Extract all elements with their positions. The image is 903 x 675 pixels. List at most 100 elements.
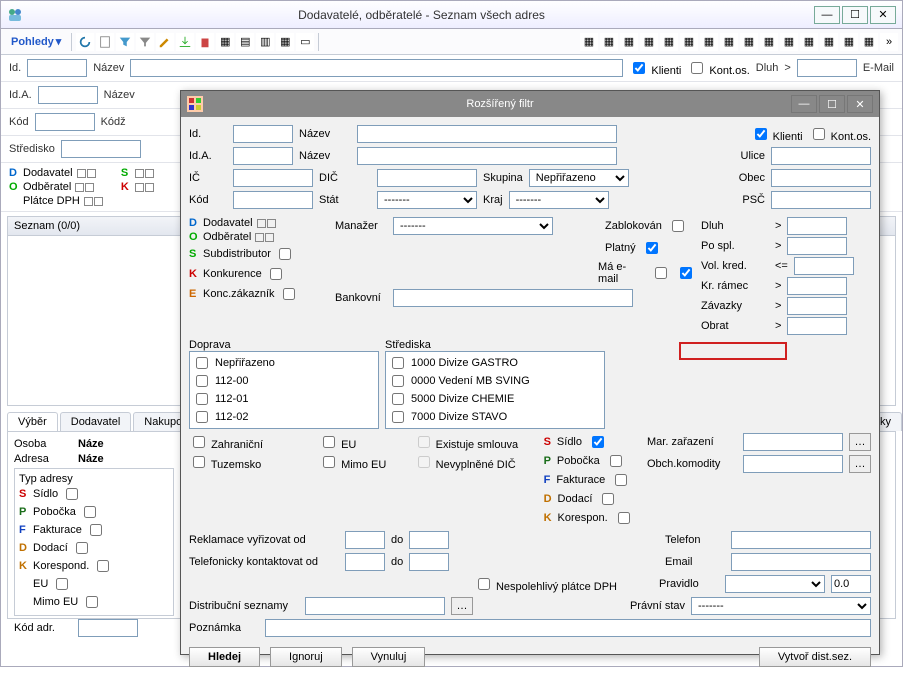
tool-i-icon[interactable]: ▦ — [740, 33, 758, 51]
sidlo-check[interactable] — [66, 488, 78, 500]
odberatel-tristate[interactable] — [75, 183, 94, 192]
dlg-email-input[interactable] — [731, 553, 871, 571]
dlg-psc-input[interactable] — [771, 191, 871, 209]
dlg-obec-input[interactable] — [771, 169, 871, 187]
dlg-pravidlo-val[interactable] — [831, 575, 871, 593]
dlg-dic-input[interactable] — [377, 169, 477, 187]
dlg-pravidlo-select[interactable] — [725, 575, 825, 593]
distsez-browse[interactable]: … — [451, 597, 473, 615]
eu-check2[interactable]: EU — [319, 433, 408, 451]
tool-f-icon[interactable]: ▦ — [680, 33, 698, 51]
close-button[interactable]: ✕ — [870, 6, 896, 24]
dlg-obrat-input[interactable] — [787, 317, 847, 335]
dlg-zablok-check[interactable] — [672, 220, 684, 232]
tool-l-icon[interactable]: ▦ — [800, 33, 818, 51]
funnel-icon[interactable] — [136, 33, 154, 51]
dlg-manazer-select[interactable]: ------- — [393, 217, 553, 235]
filter-icon[interactable] — [116, 33, 134, 51]
new-icon[interactable] — [96, 33, 114, 51]
grid-icon[interactable]: ▦ — [276, 33, 294, 51]
dlg-maemail-neg-check[interactable] — [655, 267, 667, 279]
ida-input[interactable] — [38, 86, 98, 104]
doc2-icon[interactable]: ▤ — [236, 33, 254, 51]
tool-b-icon[interactable]: ▦ — [600, 33, 618, 51]
dlg-ulice-input[interactable] — [771, 147, 871, 165]
dlg-odb-tri[interactable] — [255, 233, 274, 242]
delete-icon[interactable] — [196, 33, 214, 51]
dlg-kod-input[interactable] — [233, 191, 313, 209]
minimize-button[interactable]: — — [814, 6, 840, 24]
dlg-konk-check[interactable] — [270, 268, 282, 280]
s-tristate[interactable] — [135, 169, 154, 178]
dlg-sub-check[interactable] — [279, 248, 291, 260]
tool-g-icon[interactable]: ▦ — [700, 33, 718, 51]
doc3-icon[interactable]: ▥ — [256, 33, 274, 51]
marzar-browse[interactable]: … — [849, 433, 871, 451]
k-tristate[interactable] — [135, 183, 154, 192]
stredisko-input[interactable] — [61, 140, 141, 158]
import-icon[interactable] — [176, 33, 194, 51]
dlg-close-button[interactable]: ✕ — [847, 95, 873, 113]
tool-h-icon[interactable]: ▦ — [720, 33, 738, 51]
smlouva-check[interactable]: Existuje smlouva — [414, 433, 538, 451]
dlg-konc-check[interactable] — [283, 288, 295, 300]
rekl-do-input[interactable] — [409, 531, 449, 549]
tool-m-icon[interactable]: ▦ — [820, 33, 838, 51]
dlg-sidlo-check[interactable] — [592, 436, 604, 448]
dlg-kontos-check[interactable]: Kont.os. — [809, 125, 871, 143]
tab-vyber[interactable]: Výběr — [7, 412, 58, 431]
dlg-dod-tri[interactable] — [257, 219, 276, 228]
views-dropdown[interactable]: Pohledy▾ — [5, 33, 67, 50]
klienti-check[interactable]: Klienti — [629, 59, 681, 77]
dlg-obchkom-input[interactable] — [743, 455, 843, 473]
chevrons-icon[interactable]: » — [880, 33, 898, 51]
fakturace-check[interactable] — [90, 524, 102, 536]
tool-a-icon[interactable]: ▦ — [580, 33, 598, 51]
dodavatel-tristate[interactable] — [77, 169, 96, 178]
tool-k-icon[interactable]: ▦ — [780, 33, 798, 51]
dlg-ida-input[interactable] — [233, 147, 293, 165]
dlg-bankovni-input[interactable] — [393, 289, 633, 307]
dlg-volkred-input[interactable] — [794, 257, 854, 275]
dlg-pospl-input[interactable] — [787, 237, 847, 255]
mimoeu-check[interactable] — [86, 596, 98, 608]
id-input[interactable] — [27, 59, 87, 77]
dlg-dod-check[interactable] — [602, 493, 614, 505]
dlg-krramec-input[interactable] — [787, 277, 847, 295]
dlg-kraj-select[interactable]: ------- — [509, 191, 609, 209]
tool-e-icon[interactable]: ▦ — [660, 33, 678, 51]
dlg-dluh-input[interactable] — [787, 217, 847, 235]
nazev-input[interactable] — [130, 59, 623, 77]
tool-c-icon[interactable]: ▦ — [620, 33, 638, 51]
dlg-nazev2-input[interactable] — [357, 147, 617, 165]
dlg-skupina-select[interactable]: Nepřiřazeno — [529, 169, 629, 187]
kodadr-input[interactable] — [78, 619, 138, 637]
tab-dodavatel[interactable]: Dodavatel — [60, 412, 132, 431]
list-icon[interactable]: ▭ — [296, 33, 314, 51]
dlg-fak-check[interactable] — [615, 474, 627, 486]
nevypl-check[interactable]: Nevyplněné DIČ — [414, 453, 538, 471]
dlg-stat-select[interactable]: ------- — [377, 191, 477, 209]
tool-j-icon[interactable]: ▦ — [760, 33, 778, 51]
dlg-poznamka-input[interactable] — [265, 619, 871, 637]
dlg-id-input[interactable] — [233, 125, 293, 143]
dlg-minimize-button[interactable]: — — [791, 95, 817, 113]
tool-n-icon[interactable]: ▦ — [840, 33, 858, 51]
tel-do-input[interactable] — [409, 553, 449, 571]
dlg-marzar-input[interactable] — [743, 433, 843, 451]
kod-input[interactable] — [35, 113, 95, 131]
dlg-klienti-check[interactable]: Klienti — [751, 125, 803, 143]
ignoruj-button[interactable]: Ignoruj — [270, 647, 342, 667]
dlg-ic-input[interactable] — [233, 169, 313, 187]
dlg-pob-check[interactable] — [610, 455, 622, 467]
tool-o-icon[interactable]: ▦ — [860, 33, 878, 51]
dlg-telefon-input[interactable] — [731, 531, 871, 549]
doc1-icon[interactable]: ▦ — [216, 33, 234, 51]
dlg-distsez-input[interactable] — [305, 597, 445, 615]
dluh-input[interactable] — [797, 59, 857, 77]
dlg-pravnistav-select[interactable]: ------- — [691, 597, 871, 615]
doprava-list[interactable]: Nepřiřazeno 112-00 112-01 112-02 — [189, 351, 379, 429]
obchkom-browse[interactable]: … — [849, 455, 871, 473]
dlg-platny-check[interactable] — [646, 242, 658, 254]
tool-d-icon[interactable]: ▦ — [640, 33, 658, 51]
